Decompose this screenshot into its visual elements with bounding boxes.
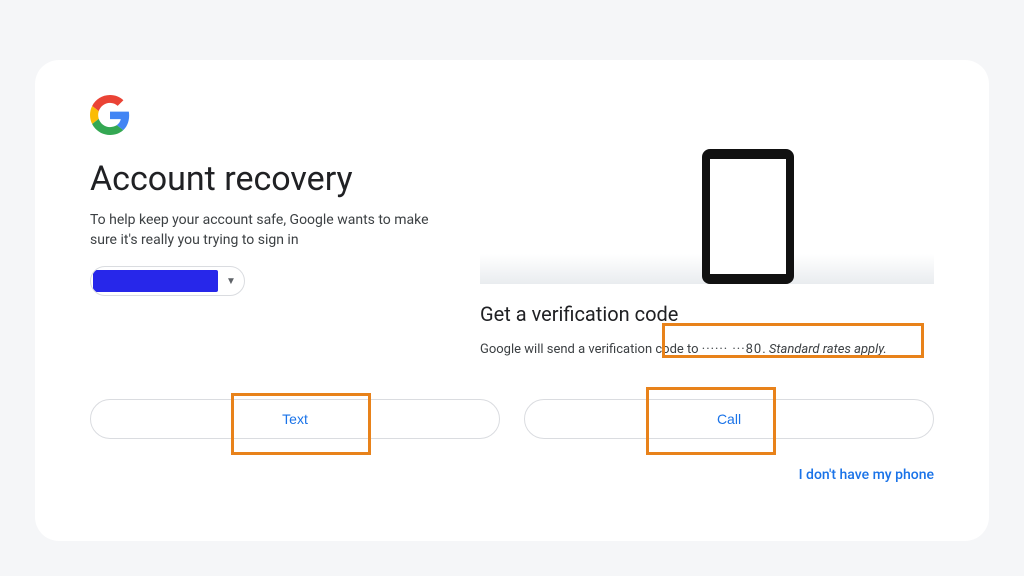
no-phone-link[interactable]: I don't have my phone — [90, 467, 934, 483]
account-email-redacted — [93, 270, 218, 292]
google-logo — [90, 95, 130, 139]
page-subtitle: To help keep your account safe, Google w… — [90, 211, 450, 250]
text-button[interactable]: Text — [90, 399, 500, 439]
masked-phone-number: ······ ···80 — [702, 342, 762, 357]
verification-text-suffix: . — [762, 342, 769, 357]
call-button[interactable]: Call — [524, 399, 934, 439]
phone-illustration — [480, 139, 934, 294]
page-title: Account recovery — [90, 159, 450, 199]
standard-rates-note: Standard rates apply. — [769, 342, 887, 357]
verification-heading: Get a verification code — [480, 302, 934, 326]
verification-text-prefix: Google will send a verification code to — [480, 342, 702, 357]
verification-description: Google will send a verification code to … — [480, 342, 934, 357]
account-selector[interactable]: ▼ — [90, 266, 245, 296]
chevron-down-icon: ▼ — [226, 276, 236, 287]
